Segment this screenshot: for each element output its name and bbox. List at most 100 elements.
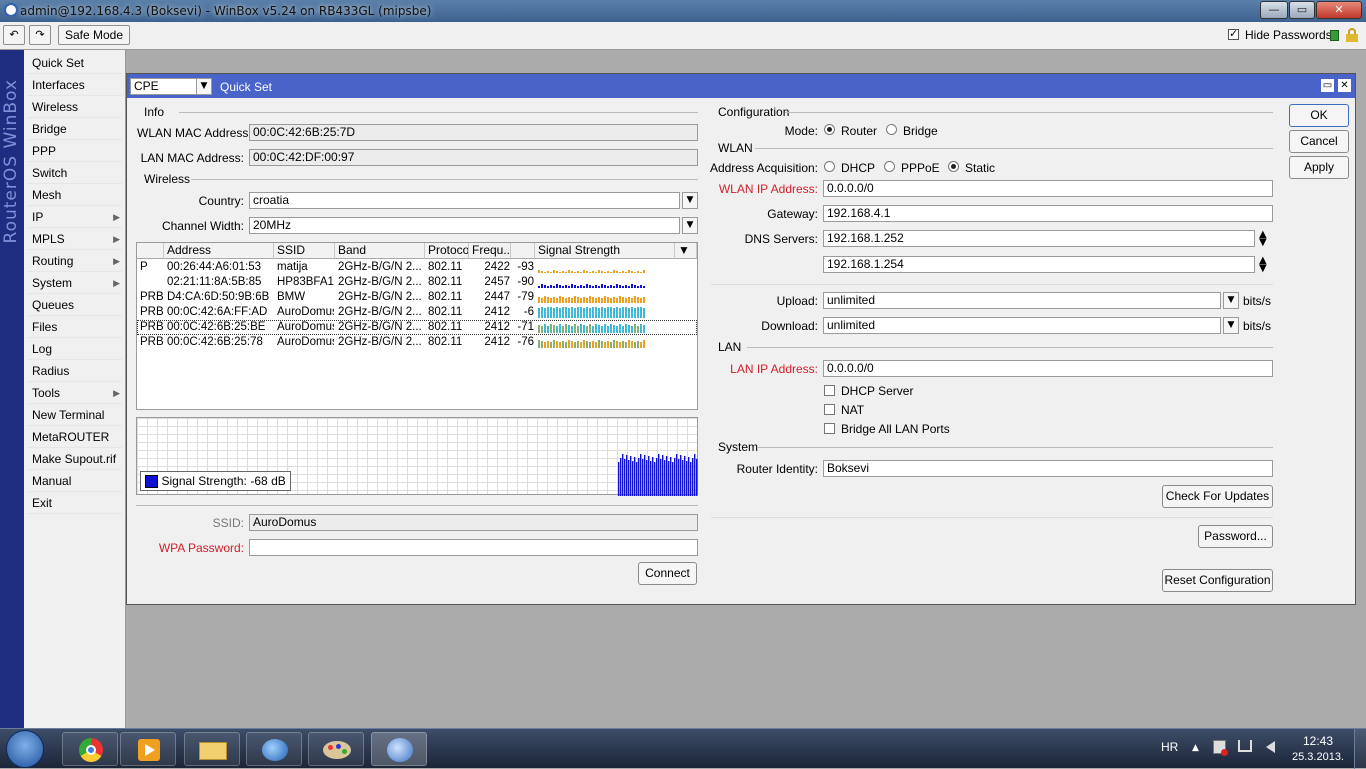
table-row[interactable]: P 00:26:44:A6:01:53 matija 2GHz-B/G/N 2... 8… [137, 260, 697, 275]
channel-width-select[interactable]: 20MHz [249, 217, 680, 234]
sidebar-item-files[interactable]: Files [28, 316, 122, 338]
mode-router-radio[interactable] [824, 124, 835, 135]
sidebar-item-tools[interactable]: Tools ▶ [28, 382, 122, 404]
chevron-down-icon[interactable]: ▼ [196, 78, 212, 95]
nat-checkbox[interactable] [824, 404, 835, 415]
cell-ssid: matija [277, 261, 308, 273]
maximize-button[interactable]: ▭ [1289, 1, 1315, 19]
column-header[interactable] [511, 243, 535, 259]
ok-button[interactable]: OK [1289, 104, 1349, 127]
close-button[interactable]: ✕ [1316, 1, 1362, 19]
network-icon[interactable] [1238, 740, 1252, 752]
sidebar-item-interfaces[interactable]: Interfaces [28, 74, 122, 96]
acq-static-radio[interactable] [948, 161, 959, 172]
table-row[interactable]: 02:21:11:8A:5B:85 HP83BFA1 2GHz-B/G/N 2...… [137, 275, 697, 290]
chevron-down-icon[interactable]: ▼ [1223, 292, 1239, 309]
sidebar-item-wireless[interactable]: Wireless [28, 96, 122, 118]
close-icon[interactable]: ✕ [1338, 79, 1351, 92]
sidebar-item-queues[interactable]: Queues [28, 294, 122, 316]
wlan-ip-field[interactable]: 0.0.0.0/0 [823, 180, 1273, 197]
cancel-button[interactable]: Cancel [1289, 130, 1349, 153]
sidebar-item-bridge[interactable]: Bridge [28, 118, 122, 140]
thunderbird-icon[interactable] [246, 732, 302, 766]
column-header[interactable]: Signal Strength [535, 243, 675, 259]
signal-history-bar [601, 341, 603, 348]
sidebar-item-metarouter[interactable]: MetaROUTER [28, 426, 122, 448]
upload-field[interactable]: unlimited [823, 292, 1221, 309]
divider [136, 505, 698, 506]
sidebar-item-routing[interactable]: Routing ▶ [28, 250, 122, 272]
cell-flags: PRB [140, 291, 163, 303]
wpa-password-field[interactable] [249, 539, 698, 556]
reorder-icon[interactable]: ▲ ▼ [1259, 256, 1267, 274]
signal-history-bar [622, 326, 624, 333]
input-language[interactable]: HR [1161, 740, 1178, 754]
sidebar-item-exit[interactable]: Exit [28, 492, 122, 514]
lan-ip-field[interactable]: 0.0.0.0/0 [823, 360, 1273, 377]
chevron-down-icon[interactable]: ▼ [1223, 317, 1239, 334]
sidebar-item-quick-set[interactable]: Quick Set [28, 52, 122, 74]
router-identity-field[interactable]: Boksevi [823, 460, 1273, 477]
column-header[interactable] [137, 243, 164, 259]
dns-server-1-field[interactable]: 192.168.1.252 [823, 230, 1255, 247]
mode-bridge-radio[interactable] [886, 124, 897, 135]
clock-date[interactable]: 25.3.2013. [1292, 751, 1344, 763]
sidebar-item-new-terminal[interactable]: New Terminal [28, 404, 122, 426]
undo-icon[interactable]: ↶ [3, 25, 25, 45]
volume-icon[interactable] [1266, 741, 1275, 753]
show-hidden-icons-icon[interactable]: ▲ [1192, 743, 1199, 753]
reorder-icon[interactable]: ▲ ▼ [1259, 230, 1267, 248]
sidebar-item-log[interactable]: Log [28, 338, 122, 360]
country-select[interactable]: croatia [249, 192, 680, 209]
password-button[interactable]: Password... [1198, 525, 1273, 548]
table-row[interactable]: PRB D4:CA:6D:50:9B:6B BMW 2GHz-B/G/N 2... 80… [137, 290, 697, 305]
sidebar-item-mesh[interactable]: Mesh [28, 184, 122, 206]
acq-dhcp-radio[interactable] [824, 161, 835, 172]
file-explorer-icon[interactable] [184, 732, 240, 766]
dns-server-2-field[interactable]: 192.168.1.254 [823, 256, 1255, 273]
cell-signal: -90 [517, 276, 534, 288]
signal-history-bar [643, 297, 645, 303]
clock-time[interactable]: 12:43 [1303, 734, 1333, 748]
start-button[interactable] [6, 730, 44, 768]
acq-pppoe-radio[interactable] [884, 161, 895, 172]
apply-button[interactable]: Apply [1289, 156, 1349, 179]
action-center-icon[interactable] [1213, 740, 1228, 756]
sidebar-item-ppp[interactable]: PPP [28, 140, 122, 162]
reset-configuration-button[interactable]: Reset Configuration [1162, 569, 1273, 592]
column-header[interactable]: Protocol [425, 243, 469, 259]
hide-passwords-checkbox[interactable]: ✓ [1228, 27, 1239, 40]
dhcp-server-checkbox[interactable] [824, 385, 835, 396]
column-header[interactable]: Band [335, 243, 425, 259]
table-row[interactable]: PRB 00:0C:42:6B:25:BE AuroDomus 2GHz-B/G/N … [137, 320, 697, 335]
show-desktop-button[interactable] [1354, 729, 1366, 769]
sidebar-item-manual[interactable]: Manual [28, 470, 122, 492]
media-player-icon[interactable] [120, 732, 176, 766]
gateway-field[interactable]: 192.168.4.1 [823, 205, 1273, 222]
sidebar-item-ip[interactable]: IP ▶ [28, 206, 122, 228]
connect-button[interactable]: Connect [638, 562, 697, 585]
sidebar-item-radius[interactable]: Radius [28, 360, 122, 382]
column-header[interactable]: Frequ... [469, 243, 511, 259]
column-header[interactable]: Address [164, 243, 274, 259]
winbox-icon[interactable] [371, 732, 427, 766]
minimize-button[interactable]: — [1260, 1, 1288, 19]
cell-freq: 2447 [484, 291, 510, 303]
download-field[interactable]: unlimited [823, 317, 1221, 334]
redo-icon[interactable]: ↷ [29, 25, 51, 45]
table-row[interactable]: PRB 00:0C:42:6B:25:78 AuroDomus 2GHz-B/G/N … [137, 335, 697, 350]
restore-icon[interactable]: ▭ [1321, 79, 1334, 92]
column-header[interactable]: SSID [274, 243, 335, 259]
check-for-updates-button[interactable]: Check For Updates [1162, 485, 1273, 508]
paint-icon[interactable] [308, 732, 364, 766]
chrome-icon[interactable] [62, 732, 118, 766]
safe-mode-button[interactable]: Safe Mode [58, 25, 130, 45]
sidebar-item-system[interactable]: System ▶ [28, 272, 122, 294]
bridge-all-lan-ports-checkbox[interactable] [824, 423, 835, 434]
sidebar-item-switch[interactable]: Switch [28, 162, 122, 184]
mode-select[interactable]: CPE [130, 78, 197, 95]
sidebar-item-make-supout-rif[interactable]: Make Supout.rif [28, 448, 122, 470]
signal-history-bar [628, 325, 630, 333]
table-row[interactable]: PRB 00:0C:42:6A:FF:AD AuroDomus 2GHz-B/G/N … [137, 305, 697, 320]
sidebar-item-mpls[interactable]: MPLS ▶ [28, 228, 122, 250]
